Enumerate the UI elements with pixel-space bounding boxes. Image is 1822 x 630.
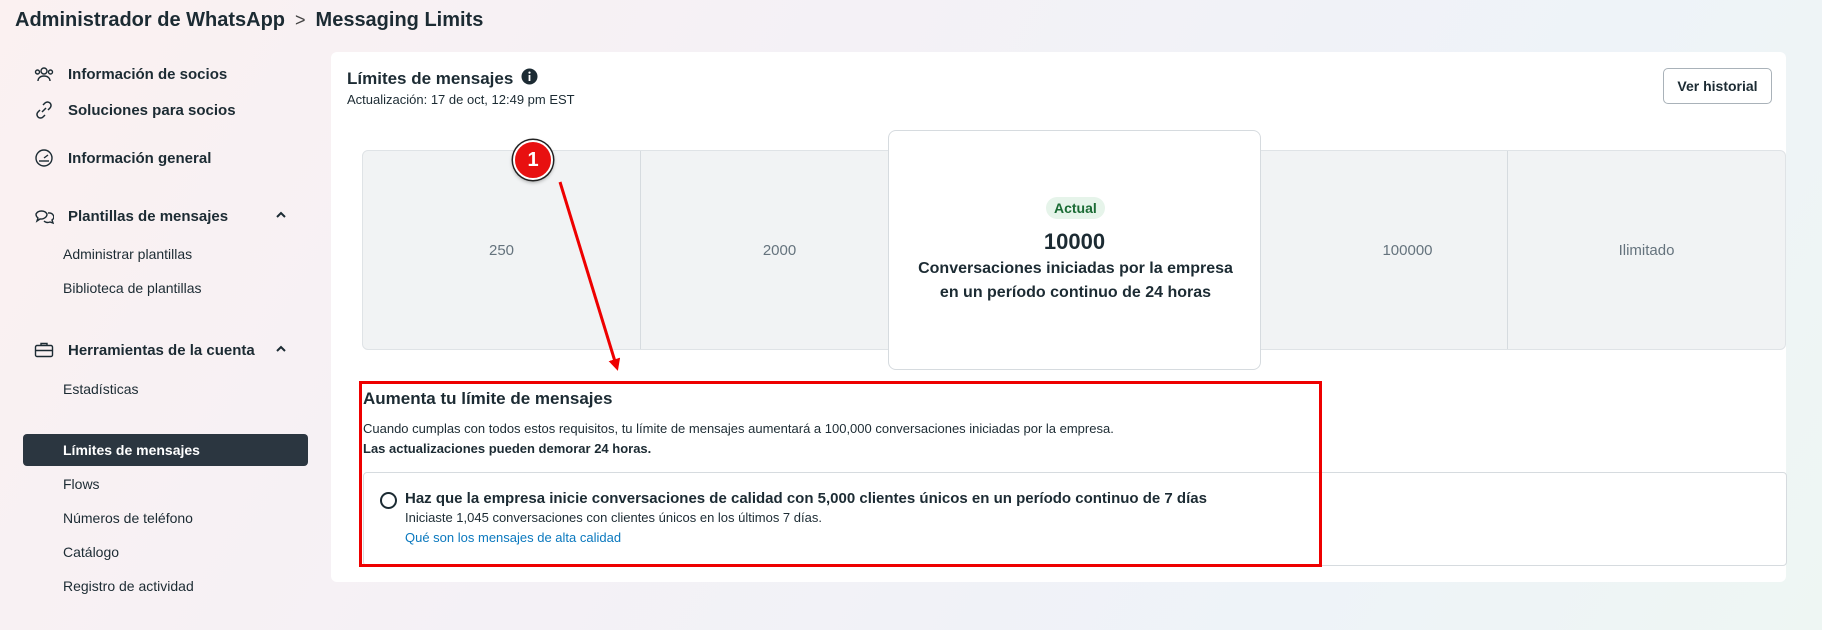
tier-unlimited: Ilimitado bbox=[1618, 241, 1675, 259]
sidebar-item-label: Plantillas de mensajes bbox=[68, 207, 229, 225]
sidebar-item-label: Catálogo bbox=[63, 544, 120, 560]
tier-250: 250 bbox=[488, 241, 515, 259]
sidebar-item-template-library[interactable]: Biblioteca de plantillas bbox=[23, 272, 308, 304]
last-updated: Actualización: 17 de oct, 12:49 pm EST bbox=[347, 92, 575, 107]
annotation-badge: 1 bbox=[513, 140, 553, 180]
sidebar-item-statistics[interactable]: Estadísticas bbox=[23, 373, 308, 405]
chevron-up-icon[interactable] bbox=[274, 208, 288, 226]
view-history-button[interactable]: Ver historial bbox=[1663, 68, 1772, 104]
sidebar-item-label: Administrar plantillas bbox=[63, 246, 193, 262]
sidebar-item-manage-templates[interactable]: Administrar plantillas bbox=[23, 238, 308, 270]
sidebar-item-label: Números de teléfono bbox=[63, 510, 193, 526]
status-badge: Actual bbox=[1046, 197, 1105, 219]
sidebar-item-label: Herramientas de la cuenta bbox=[68, 341, 255, 359]
sidebar-item-label: Información general bbox=[68, 149, 212, 167]
sidebar-item-label: Registro de actividad bbox=[63, 578, 194, 594]
chat-bubbles-icon bbox=[30, 202, 58, 230]
info-icon[interactable] bbox=[521, 68, 538, 90]
chevron-up-icon[interactable] bbox=[274, 342, 288, 360]
gauge-icon bbox=[30, 144, 58, 172]
sidebar-item-messaging-limits[interactable]: Límites de mensajes bbox=[23, 434, 308, 466]
page-title-text: Límites de mensajes bbox=[347, 69, 514, 88]
sidebar-item-partner-solutions[interactable]: Soluciones para socios bbox=[23, 94, 308, 126]
sidebar-item-label: Límites de mensajes bbox=[63, 442, 200, 458]
tier-current: Actual 10000 Conversaciones iniciadas po… bbox=[888, 130, 1261, 370]
partners-icon bbox=[30, 60, 58, 88]
breadcrumb-separator: > bbox=[295, 9, 306, 30]
sidebar-item-partner-info[interactable]: Información de socios bbox=[23, 58, 308, 90]
breadcrumb: Administrador de WhatsApp > Messaging Li… bbox=[15, 6, 483, 34]
current-limit-description: Conversaciones iniciadas por la empresa … bbox=[918, 260, 1233, 301]
sidebar-item-label: Información de socios bbox=[68, 65, 228, 83]
page-title: Límites de mensajes bbox=[347, 68, 538, 90]
annotation-highlight-box bbox=[359, 381, 1322, 567]
sidebar-item-flows[interactable]: Flows bbox=[23, 468, 308, 500]
sidebar-item-phone-numbers[interactable]: Números de teléfono bbox=[23, 502, 308, 534]
link-icon bbox=[30, 96, 58, 124]
sidebar-item-label: Soluciones para socios bbox=[68, 101, 236, 119]
sidebar-item-account-tools[interactable]: Herramientas de la cuenta bbox=[23, 334, 308, 366]
sidebar-item-activity-log[interactable]: Registro de actividad bbox=[23, 570, 308, 602]
sidebar-item-overview[interactable]: Información general bbox=[23, 142, 308, 174]
tier-2000: 2000 bbox=[762, 241, 797, 259]
briefcase-icon bbox=[30, 336, 58, 364]
sidebar-item-label: Biblioteca de plantillas bbox=[63, 280, 202, 296]
breadcrumb-root[interactable]: Administrador de WhatsApp bbox=[15, 9, 285, 32]
breadcrumb-current: Messaging Limits bbox=[315, 8, 484, 31]
tier-100000: 100000 bbox=[1382, 241, 1433, 259]
sidebar-item-message-templates[interactable]: Plantillas de mensajes bbox=[23, 200, 308, 232]
sidebar-item-catalog[interactable]: Catálogo bbox=[23, 536, 308, 568]
sidebar-item-label: Flows bbox=[63, 476, 100, 492]
current-limit-value: 10000 bbox=[1043, 229, 1106, 254]
sidebar-item-label: Estadísticas bbox=[63, 381, 139, 397]
